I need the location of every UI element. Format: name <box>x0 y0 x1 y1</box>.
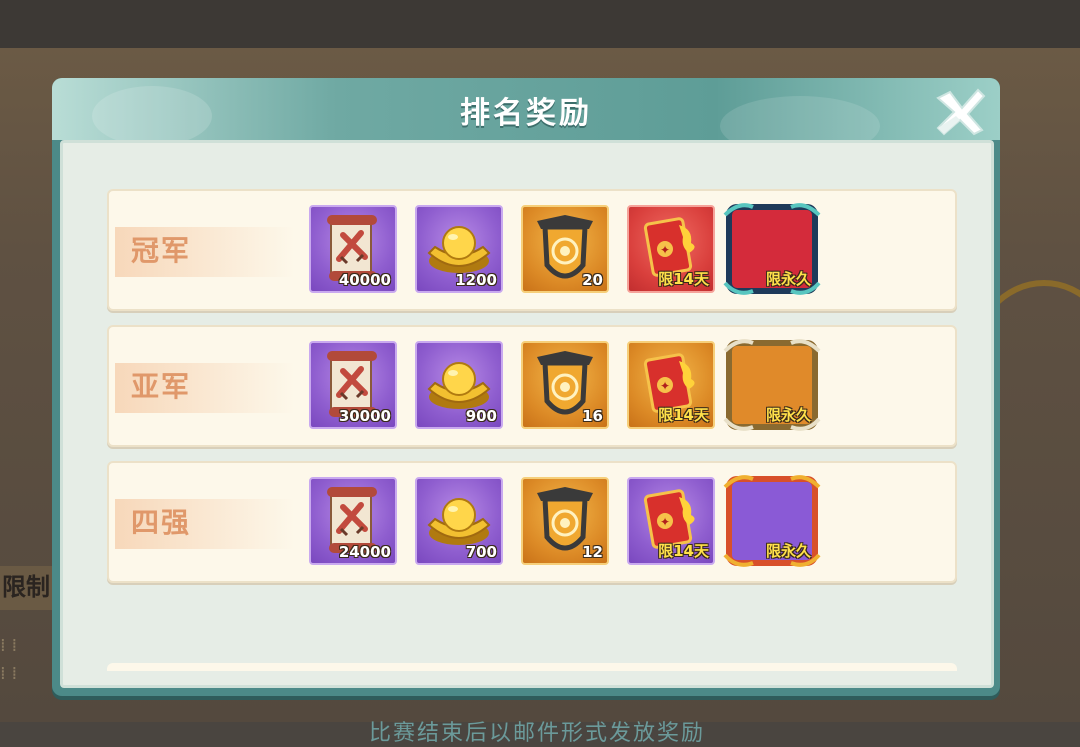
footer-note: 比赛结束后以邮件形式发放奖励 <box>368 721 705 746</box>
rank-label: 四强 <box>131 506 192 539</box>
item-quantity: 1200 <box>455 271 497 289</box>
reward-item-shield-badge[interactable]: 12 <box>521 477 609 565</box>
reward-item-scroll[interactable]: 30000 <box>309 341 397 429</box>
item-quantity: 限14天 <box>658 270 709 288</box>
reward-row: 四强 24000 700 12 ✦ 限14天 限永久 <box>107 461 957 583</box>
reward-item-red-envelope-card[interactable]: ✦ 限14天 <box>627 477 715 565</box>
reward-row: 冠军 40000 1200 20 ✦ 限14天 限永久 <box>107 189 957 311</box>
item-quantity: 900 <box>465 407 497 425</box>
ranking-reward-dialog: 排名奖励 冠军 40000 1200 20 ✦ 限14天 限永久 亚军 30000 900 16 ✦ 限… <box>52 78 1000 746</box>
background-side-label: 限制 <box>0 566 60 610</box>
dialog-header: 排名奖励 <box>52 78 1000 140</box>
item-quantity: 12 <box>582 543 603 561</box>
rank-label: 亚军 <box>131 370 192 403</box>
item-quantity: 16 <box>582 407 603 425</box>
reward-list[interactable]: 冠军 40000 1200 20 ✦ 限14天 限永久 亚军 30000 900 16 ✦ 限14天 限永… <box>107 189 959 609</box>
next-row-peek <box>107 663 957 671</box>
item-quantity: 40000 <box>338 271 391 289</box>
svg-text:✦: ✦ <box>660 515 670 529</box>
svg-text:✦: ✦ <box>660 243 670 257</box>
item-quantity: 24000 <box>338 543 391 561</box>
reward-item-gold-ingot[interactable]: 900 <box>415 341 503 429</box>
reward-item-avatar-frame[interactable]: 限永久 <box>723 473 821 569</box>
close-icon <box>936 88 986 136</box>
reward-item-scroll[interactable]: 24000 <box>309 477 397 565</box>
reward-item-red-envelope-card[interactable]: ✦ 限14天 <box>627 341 715 429</box>
reward-item-avatar-frame[interactable]: 限永久 <box>723 337 821 433</box>
item-quantity: 700 <box>465 543 497 561</box>
reward-item-avatar-frame[interactable]: 限永久 <box>723 201 821 297</box>
reward-item-red-envelope-card[interactable]: ✦ 限14天 <box>627 205 715 293</box>
item-quantity: 限永久 <box>765 542 811 560</box>
item-quantity: 限永久 <box>765 270 811 288</box>
item-quantity: 限永久 <box>765 406 811 424</box>
reward-row: 亚军 30000 900 16 ✦ 限14天 限永久 <box>107 325 957 447</box>
item-quantity: 限14天 <box>658 406 709 424</box>
reward-item-gold-ingot[interactable]: 1200 <box>415 205 503 293</box>
reward-item-scroll[interactable]: 40000 <box>309 205 397 293</box>
close-button[interactable] <box>930 84 990 140</box>
reward-item-gold-ingot[interactable]: 700 <box>415 477 503 565</box>
background-top-bar <box>0 0 1080 48</box>
background-dots: ⁞ ⁞ ⁞ ⁞ <box>0 635 18 684</box>
rank-label: 冠军 <box>131 234 192 267</box>
content-panel: 冠军 40000 1200 20 ✦ 限14天 限永久 亚军 30000 900 16 ✦ 限14天 限永… <box>60 140 994 746</box>
reward-item-shield-badge[interactable]: 16 <box>521 341 609 429</box>
svg-text:✦: ✦ <box>660 379 670 393</box>
dialog-title: 排名奖励 <box>460 96 592 131</box>
item-quantity: 30000 <box>338 407 391 425</box>
reward-item-shield-badge[interactable]: 20 <box>521 205 609 293</box>
item-quantity: 20 <box>582 271 603 289</box>
item-quantity: 限14天 <box>658 542 709 560</box>
